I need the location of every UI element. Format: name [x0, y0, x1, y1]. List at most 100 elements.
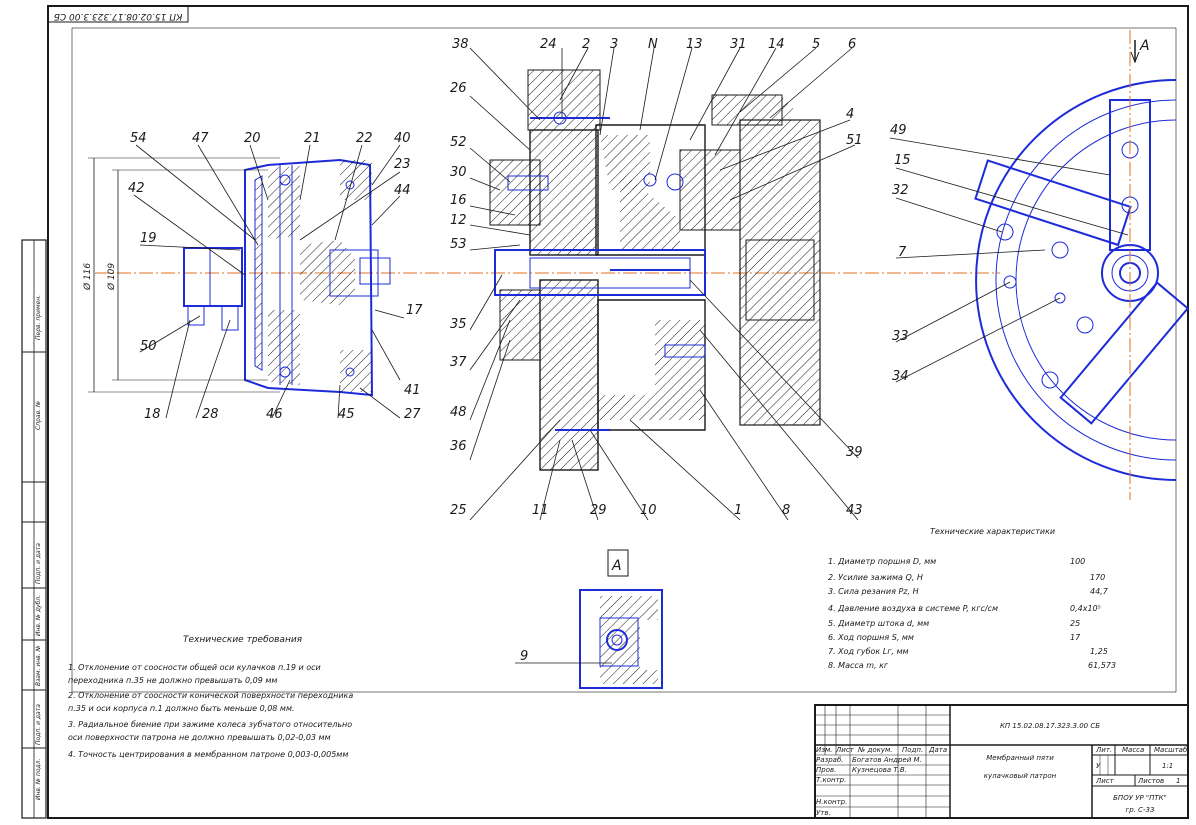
callout: 22: [356, 131, 373, 146]
callout: 53: [450, 237, 467, 252]
title-block-title-line1: Мембранный пяти: [986, 754, 1054, 762]
callout: 37: [450, 355, 467, 370]
callout: 1: [734, 503, 742, 518]
characteristic-label: 1. Диаметр поршня D, мм: [828, 557, 936, 566]
title-block-sheet-label: Лист: [1095, 777, 1115, 785]
callout: 18: [144, 407, 161, 422]
characteristic-label: 4. Давление воздуха в системе P, кгс/см: [828, 604, 998, 613]
callout: 44: [394, 183, 411, 198]
title-block-col-mass: Масса: [1122, 746, 1144, 754]
title-block-hdr-list: Лист: [835, 746, 855, 754]
callout: 31: [730, 37, 747, 52]
title-block-col-lit: Лит.: [1095, 746, 1112, 754]
side-strip-labels: Инв. № подл. Подп. и дата Взам. инв. № И…: [35, 295, 42, 800]
assembly-drawing: КП 15.02.08.17.323.3.00 СБ Инв. № подл. …: [21, 5, 1190, 819]
callout: 35: [450, 317, 467, 332]
callout: 23: [394, 157, 411, 172]
side-label: Справ. №: [35, 401, 42, 430]
callout: 38: [452, 37, 469, 52]
title-block-hdr-sign: Подп.: [902, 746, 923, 754]
title-block-role-tcontrol: Т.контр.: [816, 776, 846, 784]
callout: 34: [892, 369, 909, 384]
callout: 36: [450, 439, 467, 454]
characteristic-label: 6. Ход поршня S, мм: [828, 633, 914, 642]
characteristic-value: 1,25: [1090, 647, 1108, 656]
callout: 50: [140, 339, 157, 354]
callout: 25: [450, 503, 467, 518]
callout: 32: [892, 183, 909, 198]
characteristic-label: 5. Диаметр штока d, мм: [828, 619, 929, 628]
side-label: Перв. примен.: [35, 295, 42, 340]
section-a-view: A: [579, 549, 663, 689]
callout: 5: [812, 37, 820, 52]
callout: 41: [404, 383, 421, 398]
inverted-stamp-code: КП 15.02.08.17.323.3.00 СБ: [54, 11, 183, 21]
title-block-doc-code: КП 15.02.08.17.323.3.00 СБ: [1000, 722, 1100, 730]
callout: 15: [894, 153, 911, 168]
title-block-col-scale: Масштаб: [1154, 746, 1188, 754]
callout: 12: [450, 213, 467, 228]
side-label: Подп. и дата: [35, 543, 42, 584]
callout: 4: [846, 107, 854, 122]
callout: 39: [846, 445, 863, 460]
characteristic-label: 2. Усилие зажима Q, Н: [828, 573, 923, 582]
callout: 29: [590, 503, 607, 518]
title-block-hdr-izm: Изм.: [816, 746, 832, 754]
tech-characteristics: Технические характеристики 1. Диаметр по…: [828, 527, 1116, 670]
callout: 7: [898, 245, 907, 260]
callout: 14: [768, 37, 785, 52]
title-block-role-developer: Разраб.: [816, 756, 844, 764]
title-block-sheets-label: Листов: [1137, 777, 1164, 785]
callout: 6: [848, 37, 856, 52]
side-label: Подп. и дата: [35, 704, 42, 745]
characteristic-value: 170: [1090, 573, 1105, 582]
tech-requirement-line: п.35 и оси корпуса п.1 должно быть меньш…: [68, 704, 295, 713]
tech-requirements: Технические требования 1. Отклонение от …: [68, 635, 353, 759]
callout: 16: [450, 193, 467, 208]
callout: 42: [128, 181, 145, 196]
callout: 27: [404, 407, 421, 422]
callout: 54: [130, 131, 147, 146]
title-block-hdr-date: Дата: [928, 746, 947, 754]
title-block-role-approved: Утв.: [816, 809, 831, 817]
tech-characteristics-title: Технические характеристики: [930, 527, 1055, 536]
callout: 45: [338, 407, 355, 422]
characteristic-value: 61,573: [1088, 661, 1116, 670]
callout: 21: [304, 131, 321, 146]
title-block-hdr-doc: № докум.: [857, 746, 893, 754]
callout: N: [648, 37, 658, 52]
callout: 2: [582, 37, 590, 52]
tech-requirements-title: Технические требования: [183, 635, 303, 645]
dimension-d116: Ø 116: [82, 263, 93, 291]
characteristic-value: 17: [1070, 633, 1081, 642]
characteristic-value: 44,7: [1090, 587, 1109, 596]
characteristic-value: 25: [1070, 619, 1080, 628]
side-label: Инв. № дубл.: [35, 595, 42, 636]
callout: 49: [890, 123, 907, 138]
callout: 11: [532, 503, 549, 518]
title-block-title-line2: кулачковый патрон: [984, 772, 1057, 780]
callout: 10: [640, 503, 657, 518]
inverted-stamp: КП 15.02.08.17.323.3.00 СБ: [47, 5, 189, 23]
callout: 30: [450, 165, 467, 180]
title-block-org-line2: гр. С-33: [1126, 806, 1155, 814]
callout: 40: [394, 131, 411, 146]
chuck-section: [489, 69, 821, 471]
callout: 20: [244, 131, 261, 146]
tech-requirement-line: 4. Точность центрирования в мембранном п…: [68, 750, 348, 759]
tech-requirement-line: оси поверхности патрона не должно превыш…: [68, 733, 331, 742]
callout: 46: [266, 407, 283, 422]
callout: 51: [846, 133, 863, 148]
callout: 19: [140, 231, 157, 246]
characteristic-label: 8. Масса m, кг: [828, 661, 889, 670]
callout: 47: [192, 131, 209, 146]
tech-requirement-line: 3. Радиальное биение при зажиме колеса з…: [68, 720, 352, 729]
callout: 26: [450, 81, 467, 96]
callout: 52: [450, 135, 467, 150]
callout: 48: [450, 405, 467, 420]
dimension-d109: Ø 109: [106, 263, 117, 291]
callout: 43: [846, 503, 863, 518]
callout: 28: [202, 407, 219, 422]
characteristic-value: 0,4x10⁵: [1070, 604, 1101, 613]
side-label: Взам. инв. №: [35, 645, 42, 686]
